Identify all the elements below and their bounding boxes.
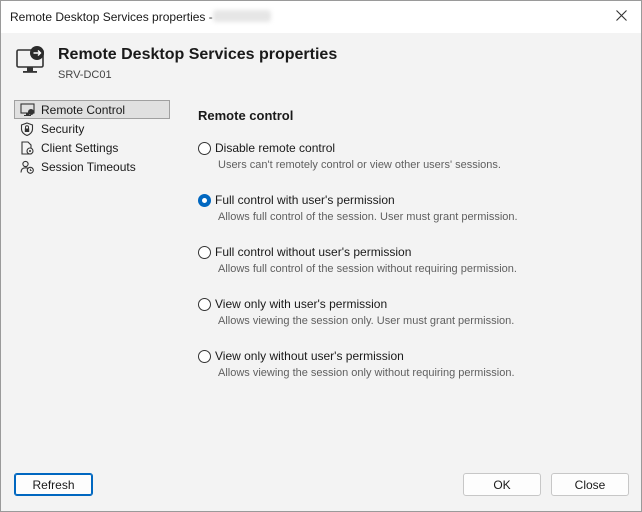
- refresh-button[interactable]: Refresh: [14, 473, 93, 496]
- section-title: Remote control: [198, 108, 294, 123]
- radio-button[interactable]: [198, 245, 211, 259]
- option-description: Allows full control of the session. User…: [218, 211, 518, 223]
- radio-full-control-without-permission[interactable]: Full control without user's permission: [198, 244, 517, 260]
- option-description: Users can't remotely control or view oth…: [218, 159, 501, 171]
- monitor-remote-icon: [15, 44, 47, 76]
- monitor-icon: [19, 102, 35, 118]
- option-description: Allows viewing the session only. User mu…: [218, 315, 515, 327]
- option-full-control-with-permission: Full control with user's permission Allo…: [198, 192, 518, 223]
- sidebar-item-session-timeouts[interactable]: Session Timeouts: [14, 157, 170, 176]
- sidebar-item-label: Client Settings: [41, 140, 119, 155]
- radio-view-only-with-permission[interactable]: View only with user's permission: [198, 296, 514, 312]
- radio-view-only-without-permission[interactable]: View only without user's permission: [198, 348, 515, 364]
- ok-button[interactable]: OK: [463, 473, 541, 496]
- sidebar-item-client-settings[interactable]: Client Settings: [14, 138, 170, 157]
- sidebar-nav: Remote Control Security Client Settings …: [14, 100, 170, 176]
- user-clock-icon: [19, 159, 35, 175]
- window-close-button[interactable]: [601, 1, 641, 33]
- sidebar-item-remote-control[interactable]: Remote Control: [14, 100, 170, 119]
- dialog-window: Remote Desktop Services properties - Rem…: [0, 0, 642, 512]
- option-view-only-with-permission: View only with user's permission Allows …: [198, 296, 514, 327]
- page-title: Remote Desktop Services properties: [58, 46, 338, 63]
- lock-shield-icon: [19, 121, 35, 137]
- option-view-only-without-permission: View only without user's permission Allo…: [198, 348, 515, 379]
- sidebar-item-security[interactable]: Security: [14, 119, 170, 138]
- option-description: Allows full control of the session witho…: [218, 263, 517, 275]
- option-label: Full control without user's permission: [215, 245, 412, 259]
- title-bar: Remote Desktop Services properties -: [1, 1, 641, 33]
- server-name: SRV-DC01: [58, 69, 112, 81]
- sidebar-item-label: Security: [41, 121, 85, 136]
- option-disable-remote-control: Disable remote control Users can't remot…: [198, 140, 501, 171]
- radio-button[interactable]: [198, 349, 211, 363]
- option-description: Allows viewing the session only without …: [218, 367, 515, 379]
- document-gear-icon: [19, 140, 35, 156]
- sidebar-item-label: Remote Control: [41, 102, 126, 117]
- option-label: Full control with user's permission: [215, 193, 395, 207]
- option-full-control-without-permission: Full control without user's permission A…: [198, 244, 517, 275]
- sidebar-item-label: Session Timeouts: [41, 159, 136, 174]
- close-icon: [615, 10, 627, 24]
- radio-button[interactable]: [198, 297, 211, 311]
- close-button[interactable]: Close: [551, 473, 629, 496]
- option-label: View only without user's permission: [215, 349, 404, 363]
- radio-disable-remote-control[interactable]: Disable remote control: [198, 140, 501, 156]
- radio-full-control-with-permission[interactable]: Full control with user's permission: [198, 192, 518, 208]
- option-label: Disable remote control: [215, 141, 336, 155]
- redacted-server-name: [213, 10, 271, 22]
- radio-button[interactable]: [198, 141, 211, 155]
- window-title: Remote Desktop Services properties -: [10, 10, 213, 24]
- radio-button-selected[interactable]: [198, 193, 211, 207]
- option-label: View only with user's permission: [215, 297, 388, 311]
